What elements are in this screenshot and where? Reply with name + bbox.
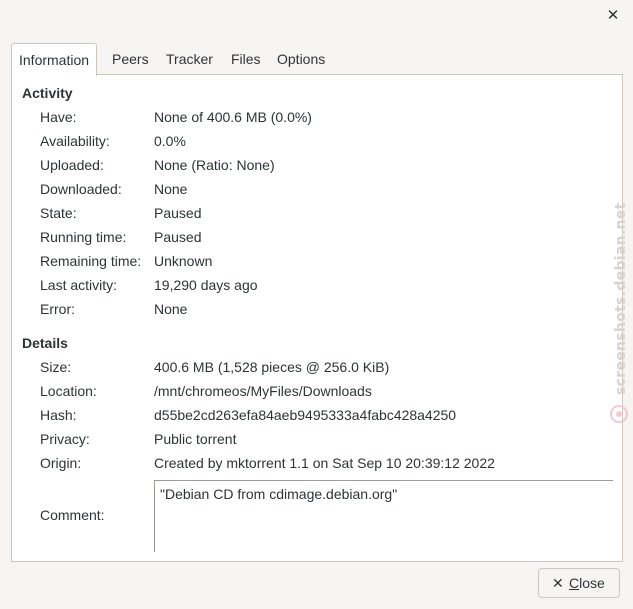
last-activity-label: Last activity:: [40, 277, 118, 293]
last-activity-value: 19,290 days ago: [154, 277, 258, 293]
details-heading: Details: [22, 335, 68, 351]
error-label: Error:: [40, 301, 75, 317]
tab-files[interactable]: Files: [231, 43, 261, 75]
size-value: 400.6 MB (1,528 pieces @ 256.0 KiB): [154, 359, 390, 375]
hash-value: d55be2cd263efa84aeb9495333a4fabc428a4250: [154, 407, 457, 423]
downloaded-label: Downloaded:: [40, 181, 122, 197]
remaining-time-label: Remaining time:: [40, 253, 142, 269]
watermark: screenshots.debian.net: [608, 190, 632, 430]
tab-peers[interactable]: Peers: [112, 43, 149, 75]
tab-information[interactable]: Information: [11, 43, 98, 76]
availability-label: Availability:: [40, 133, 110, 149]
watermark-text: screenshots.debian.net: [613, 202, 629, 395]
uploaded-label: Uploaded:: [40, 157, 104, 173]
location-value: /mnt/chromeos/MyFiles/Downloads: [154, 383, 372, 399]
close-button-label: Close: [569, 575, 605, 591]
uploaded-value: None (Ratio: None): [154, 157, 275, 173]
privacy-label: Privacy:: [40, 431, 90, 447]
origin-value: Created by mktorrent 1.1 on Sat Sep 10 2…: [154, 455, 495, 471]
running-time-label: Running time:: [40, 229, 127, 245]
origin-label: Origin:: [40, 455, 82, 471]
running-time-value: Paused: [154, 229, 202, 245]
state-value: Paused: [154, 205, 202, 221]
activity-heading: Activity: [22, 85, 73, 101]
have-value: None of 400.6 MB (0.0%): [154, 109, 312, 125]
privacy-value: Public torrent: [154, 431, 237, 447]
close-icon: ✕: [552, 575, 564, 591]
location-label: Location:: [40, 383, 97, 399]
remaining-time-value: Unknown: [154, 253, 213, 269]
comment-text[interactable]: "Debian CD from cdimage.debian.org": [160, 486, 397, 502]
size-label: Size:: [40, 359, 72, 375]
titlebar: ✕: [0, 0, 633, 34]
state-label: State:: [40, 205, 77, 221]
window-close-icon[interactable]: ✕: [603, 6, 623, 26]
tab-tracker[interactable]: Tracker: [166, 43, 213, 75]
downloaded-value: None: [154, 181, 188, 197]
error-value: None: [154, 301, 188, 317]
comment-label: Comment:: [40, 507, 105, 523]
tab-options[interactable]: Options: [277, 43, 325, 75]
comment-textview[interactable]: "Debian CD from cdimage.debian.org": [154, 480, 613, 552]
availability-value: 0.0%: [154, 133, 186, 149]
debian-swirl-icon: [610, 405, 628, 423]
hash-label: Hash:: [40, 407, 77, 423]
close-button[interactable]: ✕ Close: [538, 568, 620, 598]
have-label: Have:: [40, 109, 77, 125]
information-panel: Activity Have: None of 400.6 MB (0.0%) A…: [11, 74, 623, 562]
